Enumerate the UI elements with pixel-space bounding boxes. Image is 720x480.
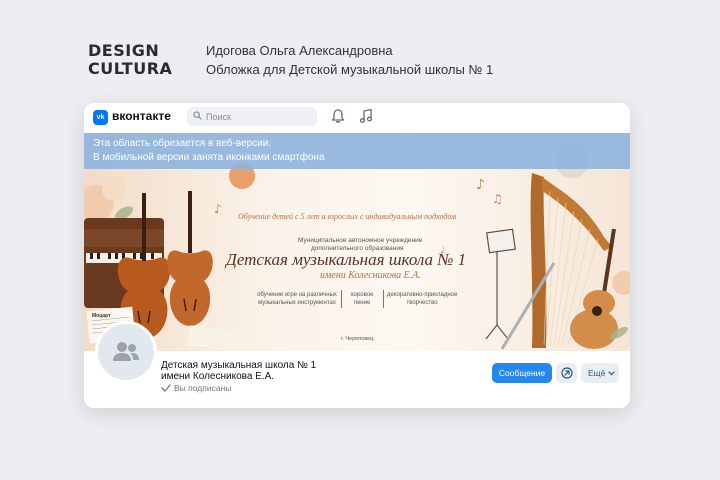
direction-divider [383, 290, 384, 308]
direction-crafts: декоративно-прикладное творчество [387, 291, 457, 307]
more-button[interactable]: Ещё [581, 363, 619, 383]
vk-brand-name[interactable]: вконтакте [112, 109, 171, 123]
share-icon [561, 367, 573, 379]
music-stand-illustration [485, 228, 516, 340]
direction-line: творчество [406, 300, 438, 306]
subscribed-label: Вы подписаны [174, 383, 232, 393]
project-title: Обложка для Детской музыкальной школы № … [206, 62, 494, 77]
search-input[interactable] [203, 108, 314, 125]
crop-area-note: Эта область обрезается в веб-версии. В м… [84, 133, 630, 169]
cover-named-after: имени Колесникова Е.А. [320, 270, 421, 281]
cover-tagline: Обучение детей с 5 лет и взрослых с инди… [238, 212, 457, 221]
check-icon [161, 384, 171, 392]
direction-line: декоративно-прикладное [387, 292, 458, 298]
direction-line: пение [353, 300, 371, 306]
crop-note-line-2: В мобильной версии занята иконками смарт… [93, 152, 325, 163]
bell-icon[interactable] [331, 108, 345, 124]
community-cover: ♪ ♫ ♪ ♩ Эта область обрезается в веб-вер… [84, 133, 630, 351]
music-icon[interactable] [359, 108, 373, 124]
author-name: Идогова Ольга Александровна [206, 43, 393, 58]
guitar-illustration [570, 228, 618, 349]
svg-text:♪: ♪ [476, 177, 485, 193]
institution-line-1: Муниципальное автономное учреждение [298, 237, 423, 244]
cover-school-name: Детская музыкальная школа № 1 [226, 250, 467, 269]
search-box[interactable] [187, 107, 317, 126]
avatar[interactable] [95, 321, 157, 383]
community-name-line-2: имени Колесникова Е.А. [161, 371, 275, 382]
vk-logo-icon[interactable]: vk [93, 110, 108, 125]
brand-logo: DESIGN CULTURA [88, 42, 172, 78]
svg-text:♫: ♫ [492, 192, 503, 206]
direction-line: обучение игре на различных [257, 292, 337, 298]
direction-line: музыкальных инструментах [258, 300, 336, 306]
direction-line: хоровое [350, 292, 374, 298]
svg-text:♪: ♪ [214, 202, 222, 216]
share-button[interactable] [556, 363, 577, 383]
community-name-line-1: Детская музыкальная школа № 1 [161, 360, 317, 371]
search-icon [193, 111, 202, 120]
direction-choir: хоровое пение [345, 291, 379, 307]
vk-top-bar: vk вконтакте [84, 103, 630, 133]
vk-community-mockup: vk вконтакте Поиск ♪ ♫ ♪ ♩ Эта область о… [84, 103, 630, 408]
group-users-icon [113, 342, 139, 361]
chevron-down-icon [608, 371, 615, 376]
direction-instruments: обучение игре на различных музыкальных и… [257, 291, 337, 307]
brand-line-2: CULTURA [88, 59, 173, 78]
message-button[interactable]: Сообщение [492, 363, 552, 383]
subscribed-status[interactable]: Вы подписаны [161, 383, 231, 393]
city-label: г. Череповец [341, 336, 374, 342]
crop-note-line-1: Эта область обрезается в веб-версии. [93, 138, 272, 149]
brand-line-1: DESIGN [88, 41, 160, 60]
direction-divider [341, 290, 342, 308]
sheet-music-label: Моцарт [92, 313, 111, 319]
more-label: Ещё [588, 368, 606, 378]
